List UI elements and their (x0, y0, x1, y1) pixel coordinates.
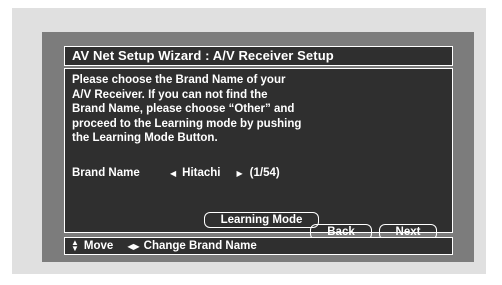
left-right-arrow-icon: ◀▶ (127, 241, 140, 251)
title-bar: AV Net Setup Wizard : A/V Receiver Setup (64, 46, 453, 66)
brand-selector[interactable]: Brand Name ◀ Hitachi ▶ (1/54) (72, 167, 280, 179)
tv-display: AV Net Setup Wizard : A/V Receiver Setup… (42, 32, 474, 262)
brand-position: (1/54) (249, 167, 280, 179)
setup-panel: Please choose the Brand Name of your A/V… (64, 68, 453, 233)
brand-value: Hitachi (182, 167, 221, 179)
brand-name-label: Brand Name (72, 167, 140, 179)
status-bar: ▲ ▼ Move ◀▶ Change Brand Name (64, 237, 453, 255)
screen-frame: AV Net Setup Wizard : A/V Receiver Setup… (12, 8, 486, 274)
up-down-arrow-icon: ▲ ▼ (71, 238, 79, 253)
change-brand-hint: Change Brand Name (143, 240, 257, 252)
move-hint: Move (83, 240, 114, 252)
arrow-left-icon[interactable]: ◀ (170, 169, 176, 178)
learning-mode-button[interactable]: Learning Mode (204, 212, 319, 228)
instructions-text: Please choose the Brand Name of your A/V… (72, 74, 302, 144)
window-title: AV Net Setup Wizard : A/V Receiver Setup (72, 48, 334, 63)
arrow-right-icon[interactable]: ▶ (237, 169, 243, 178)
